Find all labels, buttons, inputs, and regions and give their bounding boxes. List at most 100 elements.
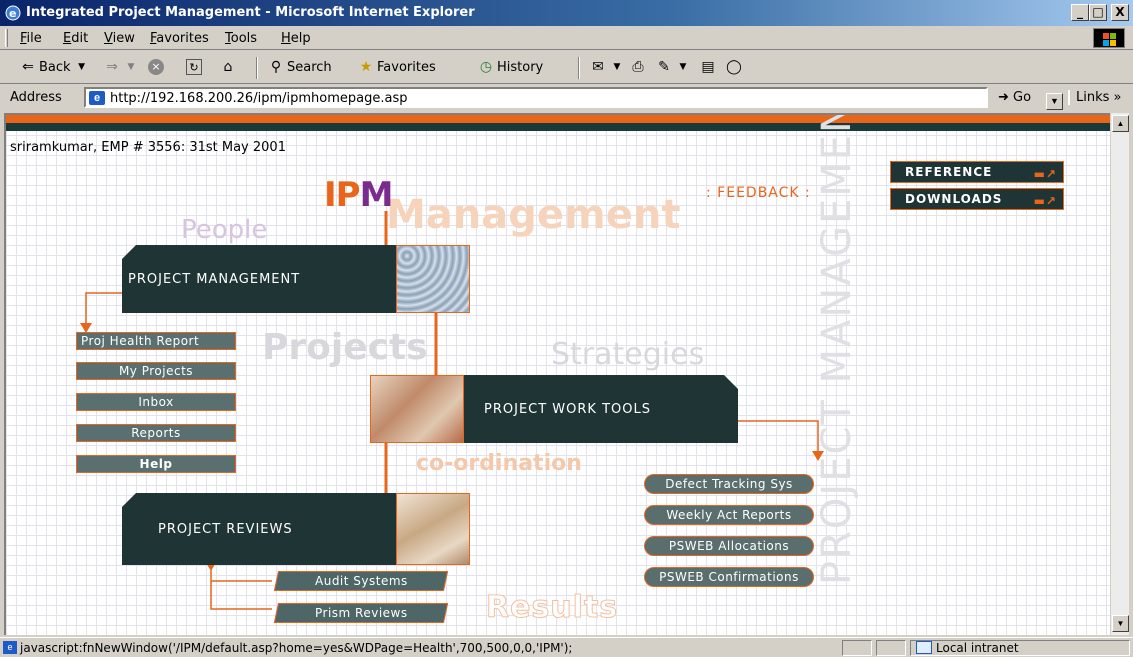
menu-file[interactable]: File [20,31,42,46]
edit-dropdown-icon: ▼ [679,62,687,72]
mail-button[interactable]: ✉ ▼ [590,59,625,75]
search-label: Search [287,59,332,75]
svg-text:e: e [9,7,16,20]
status-text: javascript:fnNewWindow('/IPM/default.asp… [20,641,573,655]
help-button[interactable]: Help [76,455,236,473]
project-reviews-block[interactable]: PROJECT REVIEWS [122,493,396,565]
address-bar: Address e http://192.168.200.26/ipm/ipmh… [0,85,1133,111]
project-work-tools-block[interactable]: PROJECT WORK TOOLS [464,375,738,443]
window-title: Integrated Project Management - Microsof… [26,5,475,20]
page-content: sriramkumar, EMP # 3556: 31st May 2001 M… [4,113,1110,635]
forward-dropdown-icon: ▼ [127,62,135,72]
messenger-icon: ◯ [726,59,742,75]
weekly-act-reports-link[interactable]: Weekly Act Reports [644,505,814,525]
scroll-down-icon[interactable]: ▼ [1112,615,1129,632]
menu-bar: File Edit View Favorites Tools Help [0,26,1133,50]
scroll-up-icon[interactable]: ▲ [1112,115,1129,132]
downloads-button[interactable]: DOWNLOADS ▬↗ [890,188,1064,210]
page-icon: e [89,91,105,105]
edit-icon: ✎ [658,59,670,75]
project-management-block[interactable]: PROJECT MANAGEMENT [122,245,396,313]
ie-icon: e [5,5,21,21]
back-button[interactable]: ⇐ Back ▼ [20,59,90,75]
back-icon: ⇐ [22,59,34,75]
refresh-button[interactable]: ↻ [186,59,202,75]
forward-button[interactable]: ⇒ ▼ [104,59,139,75]
discuss-icon: ▤ [701,59,715,75]
arrow-icon: ▬↗ [1033,194,1057,208]
messenger-button[interactable]: ◯ [726,59,742,75]
favorites-icon: ★ [359,59,373,75]
vertical-scrollbar[interactable]: ▲ ▼ [1110,113,1129,635]
inbox-button[interactable]: Inbox [76,393,236,411]
go-label: Go [1013,90,1032,105]
links-button[interactable]: Links » [1068,90,1121,105]
intranet-icon [916,641,932,654]
history-icon: ◷ [479,59,493,75]
minimize-button[interactable]: _ [1071,4,1089,21]
toolbar-separator [578,57,580,79]
windows-logo-icon [1093,28,1125,48]
history-button[interactable]: ◷ History [478,59,543,75]
reference-button[interactable]: REFERENCE ▬↗ [890,161,1064,183]
defect-tracking-link[interactable]: Defect Tracking Sys [644,474,814,494]
proj-health-report-button[interactable]: Proj Health Report [76,332,236,350]
toolbar-separator [256,57,258,79]
close-button[interactable]: X [1111,4,1129,21]
print-button[interactable]: ⎙ [630,59,646,75]
stop-icon: × [148,59,164,75]
edit-button[interactable]: ✎ ▼ [656,59,691,75]
go-button[interactable]: ➜ Go [998,90,1031,105]
project-work-tools-image [370,375,464,443]
menu-favorites[interactable]: Favorites [150,31,209,46]
zone-label: Local intranet [936,641,1019,655]
audit-systems-link[interactable]: Audit Systems [273,571,449,591]
search-button[interactable]: ⚲ Search [268,59,332,75]
status-cell [842,640,872,656]
forward-icon: ⇒ [106,59,118,75]
menu-edit[interactable]: Edit [63,31,88,46]
downloads-label: DOWNLOADS [905,192,1003,206]
favorites-button[interactable]: ★ Favorites [358,59,436,75]
project-management-label: PROJECT MANAGEMENT [128,272,301,287]
title-bar: e Integrated Project Management - Micros… [0,0,1133,26]
project-work-tools-label: PROJECT WORK TOOLS [484,402,651,417]
back-label: Back [39,59,71,75]
history-label: History [497,59,544,75]
address-label: Address [10,90,62,105]
address-url: http://192.168.200.26/ipm/ipmhomepage.as… [110,91,408,106]
refresh-icon: ↻ [186,59,202,75]
psweb-confirmations-link[interactable]: PSWEB Confirmations [644,567,814,587]
arrow-icon: ▬↗ [1033,167,1057,181]
psweb-allocations-link[interactable]: PSWEB Allocations [644,536,814,556]
mail-icon: ✉ [592,59,604,75]
chevron-down-icon[interactable]: ▼ [1046,93,1063,110]
reference-label: REFERENCE [905,165,993,179]
print-icon: ⎙ [632,59,644,75]
maximize-button[interactable]: □ [1089,4,1107,21]
go-icon: ➜ [998,90,1009,105]
status-bar: e javascript:fnNewWindow('/IPM/default.a… [0,637,1133,657]
menu-tools[interactable]: Tools [225,31,257,46]
feedback-link[interactable]: : FEEDBACK : [706,185,811,201]
reports-button[interactable]: Reports [76,424,236,442]
menu-view[interactable]: View [104,31,135,46]
search-icon: ⚲ [270,59,282,75]
menu-help[interactable]: Help [281,31,311,46]
home-icon: ⌂ [223,59,233,75]
back-dropdown-icon: ▼ [78,62,86,72]
favorites-label: Favorites [377,59,436,75]
toolbar: ⇐ Back ▼ ⇒ ▼ × ↻ ⌂ ⚲ Search ★ Favorites … [0,51,1133,84]
discuss-button[interactable]: ▤ [700,59,716,75]
stop-button[interactable]: × [148,59,164,75]
prism-reviews-link[interactable]: Prism Reviews [273,603,449,623]
my-projects-button[interactable]: My Projects [76,362,236,380]
project-management-image [396,245,470,313]
ipm-logo: IPM [324,175,393,215]
menu-grip [5,29,8,47]
mail-dropdown-icon: ▼ [613,62,621,72]
project-reviews-image [396,493,470,565]
address-input[interactable]: e http://192.168.200.26/ipm/ipmhomepage.… [84,87,1063,110]
home-button[interactable]: ⌂ [220,59,236,75]
page-status-icon: e [3,641,17,654]
